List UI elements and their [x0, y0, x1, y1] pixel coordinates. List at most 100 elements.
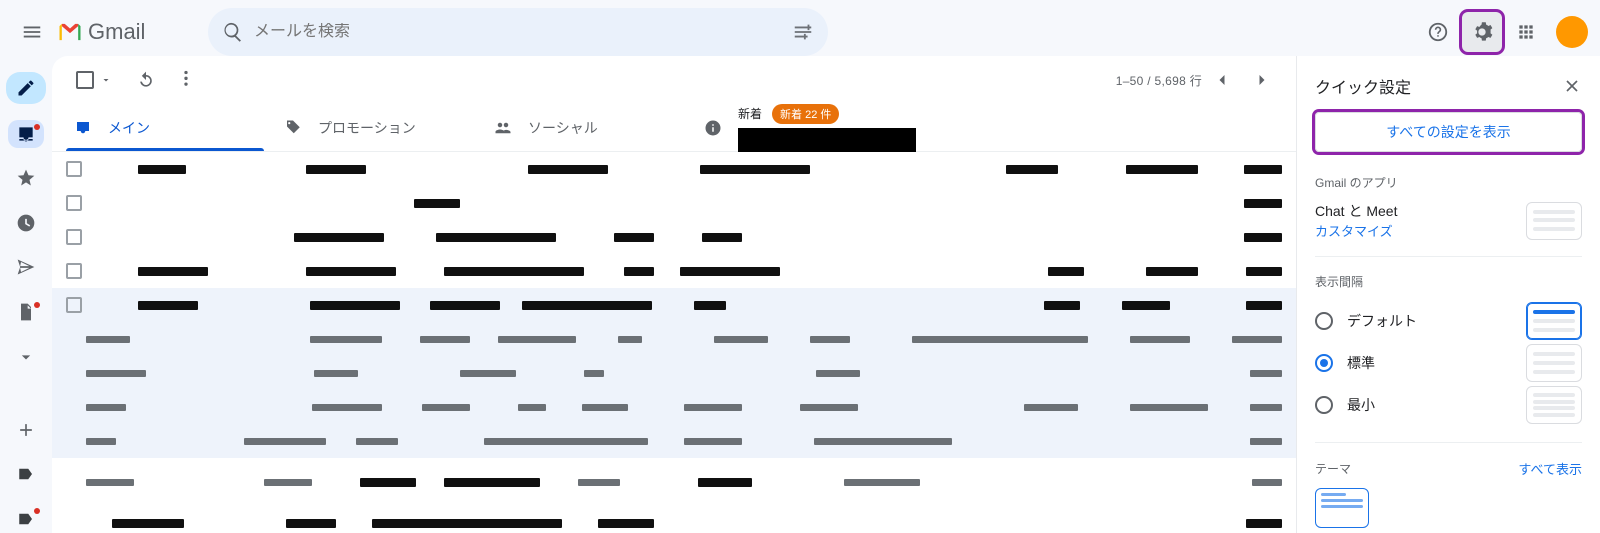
row-checkbox[interactable] — [66, 263, 82, 279]
quick-settings-title: クイック設定 — [1315, 74, 1411, 98]
row-checkbox[interactable] — [66, 297, 82, 313]
star-icon — [16, 168, 36, 188]
message-row[interactable] — [52, 506, 1296, 533]
redacted-text — [738, 128, 916, 152]
help-icon — [1427, 21, 1449, 43]
apps-section-label: Gmail のアプリ — [1315, 174, 1582, 191]
select-dropdown-icon[interactable] — [100, 74, 112, 86]
message-row[interactable] — [52, 220, 1296, 254]
support-button[interactable] — [1418, 12, 1458, 52]
message-row[interactable] — [52, 322, 1296, 356]
info-icon — [704, 119, 722, 137]
main-menu-button[interactable] — [8, 8, 56, 56]
next-page-button[interactable] — [1242, 60, 1282, 100]
more-actions-button[interactable] — [166, 60, 206, 100]
message-row[interactable] — [52, 356, 1296, 390]
apps-title: Chat と Meet — [1315, 201, 1397, 221]
menu-icon — [21, 21, 43, 43]
new-label-button[interactable] — [8, 415, 44, 444]
density-option-default[interactable]: デフォルト — [1315, 300, 1582, 342]
row-checkbox[interactable] — [66, 195, 82, 211]
nav-sent[interactable] — [8, 253, 44, 282]
app-header: Gmail — [0, 0, 1600, 64]
message-row[interactable] — [52, 424, 1296, 458]
settings-button[interactable] — [1462, 12, 1502, 52]
document-icon — [16, 302, 36, 322]
search-bar[interactable] — [208, 8, 828, 56]
message-row[interactable] — [52, 186, 1296, 220]
mail-toolbar: 1–50 / 5,698 行 — [52, 56, 1296, 104]
google-apps-button[interactable] — [1506, 12, 1546, 52]
prev-page-button[interactable] — [1202, 60, 1242, 100]
pencil-icon — [16, 78, 36, 98]
updates-new-label: 新着 — [738, 105, 762, 122]
density-thumb — [1526, 344, 1582, 382]
close-icon[interactable] — [1562, 76, 1582, 96]
inbox-icon — [74, 119, 92, 137]
more-vert-icon — [176, 70, 196, 90]
header-right — [1418, 12, 1592, 52]
main-content: 1–50 / 5,698 行 メイン プロモーション ソーシャル 新着 新 — [52, 56, 1296, 533]
message-row[interactable] — [52, 288, 1296, 322]
label-icon — [17, 465, 35, 483]
see-all-settings-button[interactable]: すべての設定を表示 — [1315, 112, 1582, 152]
tab-updates[interactable]: 新着 新着 22 件 — [690, 104, 1296, 151]
gmail-logo-icon — [56, 18, 84, 46]
plus-icon — [16, 420, 36, 440]
message-row[interactable] — [52, 254, 1296, 288]
see-all-settings-label: すべての設定を表示 — [1386, 122, 1510, 142]
compose-button[interactable] — [6, 72, 46, 104]
chevron-right-icon — [1252, 70, 1272, 90]
unread-indicator — [34, 124, 40, 130]
theme-thumbnail[interactable] — [1315, 488, 1369, 528]
nav-label-2[interactable] — [8, 504, 44, 533]
tag-icon — [284, 119, 302, 137]
message-row[interactable] — [52, 152, 1296, 186]
row-checkbox[interactable] — [66, 229, 82, 245]
customize-link[interactable]: カスタマイズ — [1315, 221, 1397, 240]
people-icon — [494, 119, 512, 137]
tab-primary[interactable]: メイン — [60, 104, 270, 151]
row-checkbox[interactable] — [66, 161, 82, 177]
inbox-icon — [16, 124, 36, 144]
apps-thumbnail[interactable] — [1526, 202, 1582, 240]
nav-more[interactable] — [8, 342, 44, 371]
density-option-comfortable[interactable]: 標準 — [1315, 342, 1582, 384]
tab-social[interactable]: ソーシャル — [480, 104, 690, 151]
unread-indicator — [34, 508, 40, 514]
search-input[interactable] — [244, 23, 792, 41]
nav-label-1[interactable] — [8, 460, 44, 489]
nav-starred[interactable] — [8, 164, 44, 193]
density-option-compact[interactable]: 最小 — [1315, 384, 1582, 426]
category-tabs: メイン プロモーション ソーシャル 新着 新着 22 件 — [52, 104, 1296, 152]
nav-snoozed[interactable] — [8, 209, 44, 238]
message-row[interactable] — [52, 390, 1296, 424]
refresh-button[interactable] — [126, 60, 166, 100]
search-options-icon[interactable] — [792, 21, 814, 43]
density-thumb — [1526, 302, 1582, 340]
quick-settings-panel: クイック設定 すべての設定を表示 Gmail のアプリ Chat と Meet … — [1296, 56, 1600, 533]
unread-indicator — [34, 302, 40, 308]
refresh-icon — [136, 70, 156, 90]
message-row[interactable] — [52, 458, 1296, 506]
gmail-logo-text: Gmail — [88, 19, 145, 45]
nav-drafts[interactable] — [8, 298, 44, 327]
apps-grid-icon — [1516, 22, 1536, 42]
theme-see-all-link[interactable]: すべて表示 — [1518, 459, 1582, 478]
nav-inbox[interactable] — [8, 120, 44, 149]
density-thumb — [1526, 386, 1582, 424]
account-avatar[interactable] — [1556, 16, 1588, 48]
density-label: 最小 — [1347, 395, 1375, 415]
gmail-logo[interactable]: Gmail — [56, 18, 194, 46]
pager-text: 1–50 / 5,698 行 — [1116, 72, 1202, 89]
left-nav-rail — [0, 64, 52, 533]
updates-new-badge: 新着 22 件 — [772, 104, 839, 124]
clock-icon — [16, 213, 36, 233]
tab-label: メイン — [108, 118, 150, 138]
tab-label: プロモーション — [318, 118, 416, 138]
density-label: 標準 — [1347, 353, 1375, 373]
density-label: デフォルト — [1347, 311, 1417, 331]
tab-promotions[interactable]: プロモーション — [270, 104, 480, 151]
send-icon — [16, 257, 36, 277]
chevron-down-icon — [16, 347, 36, 367]
